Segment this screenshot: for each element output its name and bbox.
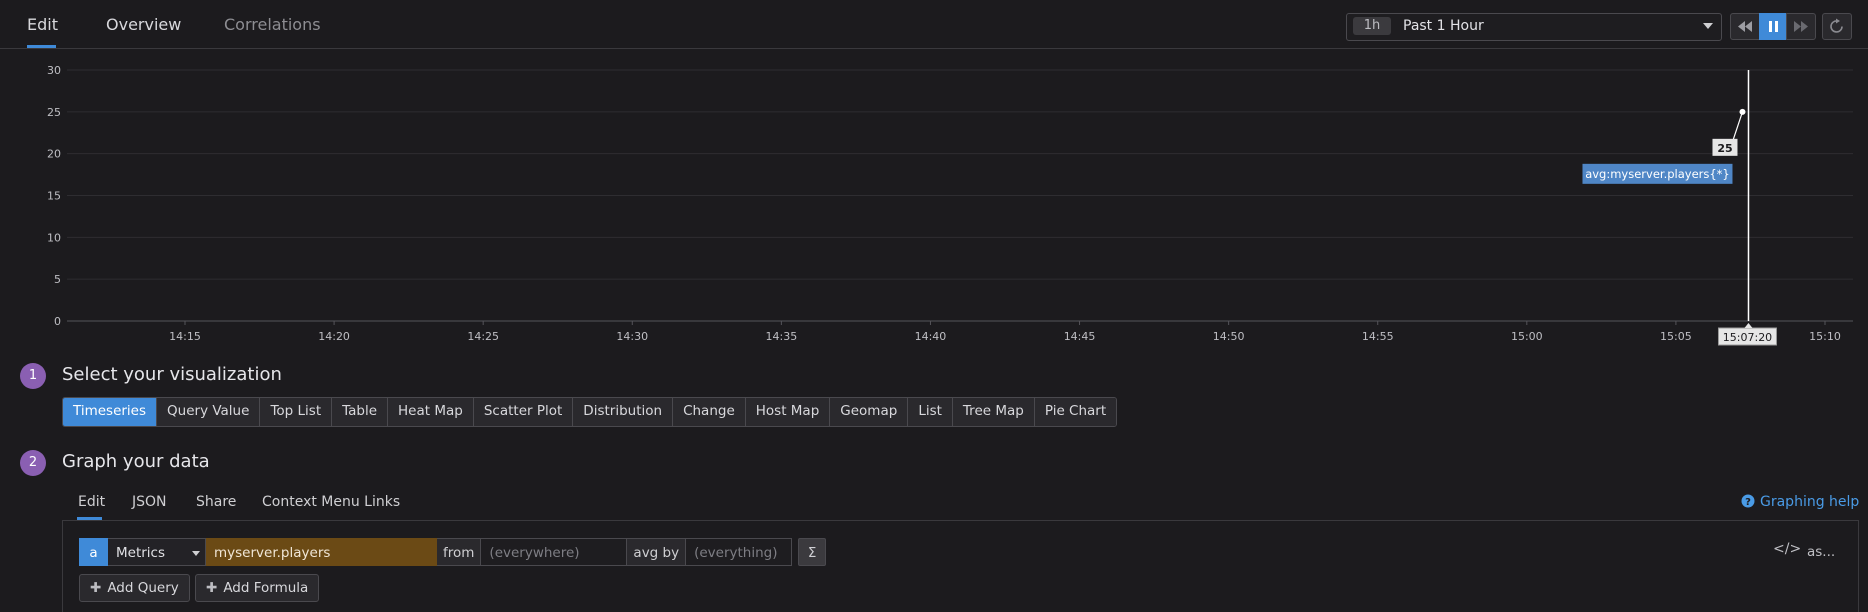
viz-heat-map-button[interactable]: Heat Map	[388, 398, 474, 426]
data-tab-json[interactable]: JSON	[132, 494, 167, 510]
step-1-title: Select your visualization	[62, 364, 282, 385]
query-row-a: a Metrics myserver.players from (everywh…	[79, 538, 827, 566]
from-label: from	[437, 538, 482, 566]
question-circle-icon: ?	[1741, 494, 1755, 508]
x-tick-label: 14:20	[318, 330, 350, 343]
viz-distribution-button[interactable]: Distribution	[573, 398, 674, 426]
tab-overview[interactable]: Overview	[106, 15, 181, 34]
viz-scatter-plot-button[interactable]: Scatter Plot	[473, 398, 574, 426]
data-point[interactable]	[1739, 108, 1746, 115]
add-query-button[interactable]: ✚ Add Query	[79, 574, 190, 602]
timeseries-chart[interactable]: 051015202530 14:15 14:20 14:25 14:30 14:35 14…	[0, 56, 1868, 346]
y-tick-label: 0	[54, 315, 61, 328]
hover-time-pointer	[1744, 323, 1753, 328]
pause-icon	[1769, 21, 1778, 32]
viz-top-list-button[interactable]: Top List	[260, 398, 333, 426]
add-query-label: Add Query	[107, 580, 179, 596]
y-tick-label: 15	[47, 190, 61, 203]
data-source-label: Metrics	[116, 545, 166, 561]
graphing-help-link[interactable]: ? Graphing help	[1741, 494, 1859, 510]
hover-time: 15:07:20	[1723, 331, 1772, 344]
viz-change-button[interactable]: Change	[673, 398, 746, 426]
hover-crosshair: 25 avg:myserver.players{*} 15:07:20	[1582, 70, 1777, 346]
chevron-down-icon	[1703, 23, 1713, 29]
step-1-badge: 1	[20, 363, 46, 389]
query-letter[interactable]: a	[79, 538, 108, 566]
data-tab-context-menu-links[interactable]: Context Menu Links	[262, 494, 400, 510]
y-axis: 0 5 10 15 20 25 30	[47, 64, 61, 328]
x-tick-label: 14:50	[1213, 330, 1245, 343]
viz-list-button[interactable]: List	[908, 398, 953, 426]
x-tick-label: 15:10	[1809, 330, 1841, 343]
step-2-title: Graph your data	[62, 451, 210, 472]
avg-by-label: avg by	[627, 538, 687, 566]
plus-icon: ✚	[90, 580, 102, 596]
x-tick-label: 14:25	[467, 330, 499, 343]
step-2-badge: 2	[20, 450, 46, 476]
y-tick-label: 10	[47, 231, 61, 244]
viz-tree-map-button[interactable]: Tree Map	[952, 398, 1035, 426]
y-tick-label: 20	[47, 148, 61, 161]
viz-host-map-button[interactable]: Host Map	[745, 398, 831, 426]
x-tick-label: 14:15	[169, 330, 201, 343]
tab-edit[interactable]: Edit	[27, 15, 58, 34]
fast-forward-icon	[1794, 21, 1808, 32]
viz-geomap-button[interactable]: Geomap	[830, 398, 909, 426]
x-tick-label: 14:35	[766, 330, 798, 343]
viz-query-value-button[interactable]: Query Value	[157, 398, 261, 426]
visualization-selector: Timeseries Query Value Top List Table Heat M…	[62, 397, 1118, 427]
code-icon[interactable]: </>	[1773, 541, 1801, 557]
x-tick-label: 14:30	[616, 330, 648, 343]
metric-input[interactable]: myserver.players	[206, 538, 437, 566]
from-input[interactable]: (everywhere)	[481, 538, 628, 566]
viz-table-button[interactable]: Table	[332, 398, 389, 426]
time-range-badge: 1h	[1353, 17, 1391, 35]
x-tick-label: 14:45	[1064, 330, 1096, 343]
x-tick-label: 15:00	[1511, 330, 1543, 343]
plus-icon: ✚	[206, 580, 218, 596]
data-tab-edit[interactable]: Edit	[78, 494, 105, 510]
add-formula-label: Add Formula	[223, 580, 309, 596]
active-tab-indicator	[27, 45, 56, 48]
chart-series	[1739, 108, 1746, 115]
rewind-button[interactable]	[1730, 13, 1760, 40]
chart-grid	[67, 69, 1853, 322]
x-tick-label: 14:55	[1362, 330, 1394, 343]
hover-series-label: avg:myserver.players{*}	[1585, 167, 1730, 181]
reset-button[interactable]	[1822, 13, 1852, 40]
time-range-select[interactable]: 1h Past 1 Hour	[1346, 13, 1722, 41]
x-axis: 14:15 14:20 14:25 14:30 14:35 14:40 14:45 14:50…	[169, 321, 1841, 343]
x-tick-label: 15:05	[1660, 330, 1692, 343]
hover-value: 25	[1717, 142, 1732, 155]
graphing-help-label: Graphing help	[1760, 494, 1860, 510]
reset-icon	[1830, 18, 1843, 33]
fast-forward-button[interactable]	[1786, 13, 1816, 40]
viz-timeseries-button[interactable]: Timeseries	[63, 398, 158, 426]
avg-by-input[interactable]: (everything)	[686, 538, 793, 566]
sigma-function-button[interactable]: Σ	[798, 538, 827, 566]
y-tick-label: 25	[47, 106, 61, 119]
pause-button[interactable]	[1759, 13, 1787, 40]
y-tick-label: 30	[47, 64, 61, 77]
viz-pie-chart-button[interactable]: Pie Chart	[1034, 398, 1117, 426]
chevron-down-icon	[192, 551, 200, 556]
leader-line	[1731, 111, 1744, 143]
rewind-icon	[1738, 21, 1752, 32]
query-editor-panel	[62, 520, 1859, 612]
data-tab-share[interactable]: Share	[196, 494, 236, 510]
data-source-select[interactable]: Metrics	[108, 538, 206, 566]
tab-correlations[interactable]: Correlations	[224, 15, 321, 34]
add-formula-button[interactable]: ✚ Add Formula	[195, 574, 320, 602]
y-tick-label: 5	[54, 273, 61, 286]
time-range-label: Past 1 Hour	[1403, 18, 1484, 34]
x-tick-label: 14:40	[915, 330, 947, 343]
svg-text:?: ?	[1745, 497, 1751, 508]
alias-input[interactable]: as...	[1807, 544, 1835, 560]
